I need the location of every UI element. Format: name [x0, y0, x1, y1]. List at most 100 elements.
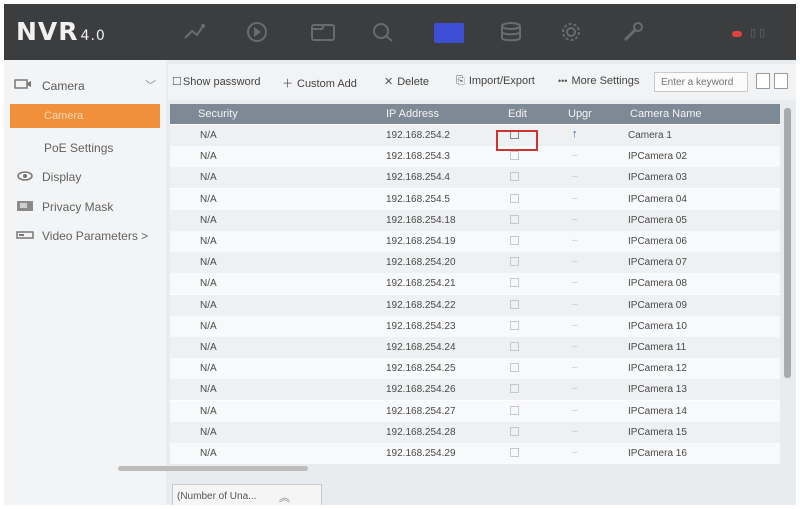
chevron-up-icon[interactable]: ︽ — [279, 489, 290, 505]
delete-button[interactable]: ✕ Delete — [384, 75, 429, 88]
configuration-icon[interactable] — [434, 23, 464, 43]
upgrade-unavailable-icon: – — [572, 171, 578, 183]
edit-icon[interactable] — [510, 299, 519, 309]
top-bar: NVR 4.0 ▯ ▯ — [4, 4, 796, 60]
cell-security: N/A — [200, 151, 217, 163]
edit-icon[interactable] — [510, 320, 519, 330]
table-row[interactable]: N/A 192.168.254.3 – IPCamera 02 — [170, 146, 780, 168]
more-settings-button[interactable]: ••• More Settings — [558, 75, 639, 87]
custom-add-label: Custom Add — [297, 78, 357, 90]
sidebar-item-label: Video Parameters > — [42, 229, 149, 243]
cell-ip-address: 192.168.254.23 — [386, 320, 456, 332]
file-icon[interactable] — [310, 21, 336, 43]
sidebar-item-label: Privacy Mask — [42, 200, 114, 214]
column-header-security[interactable]: Security — [198, 108, 238, 120]
table-row[interactable]: N/A 192.168.254.19 – IPCamera 06 — [170, 231, 780, 252]
table-row[interactable]: N/A 192.168.254.4 – IPCamera 03 — [170, 167, 780, 189]
eye-icon — [17, 171, 33, 181]
camera-table: Security IP Address Edit Upgr Camera Nam… — [170, 104, 780, 464]
cell-ip-address: 192.168.254.26 — [386, 384, 456, 396]
playback-icon[interactable] — [244, 21, 270, 43]
cell-camera-name: IPCamera 07 — [628, 257, 687, 269]
table-row[interactable]: N/A 192.168.254.27 – IPCamera 14 — [170, 400, 780, 422]
cell-camera-name: Camera 1 — [628, 130, 672, 141]
logo-version: 4.0 — [80, 28, 106, 44]
sidebar-item-display[interactable]: Display — [10, 167, 162, 187]
edit-icon[interactable] — [510, 193, 519, 203]
edit-icon[interactable] — [510, 236, 519, 245]
cell-security: N/A — [200, 278, 217, 290]
table-row[interactable]: N/A 192.168.254.20 – IPCamera 07 — [170, 252, 780, 274]
table-row[interactable]: N/A 192.168.254.18 – IPCamera 05 — [170, 209, 780, 231]
window-controls-icon[interactable]: ▯ ▯ — [750, 26, 765, 39]
sidebar-item-label: Display — [42, 170, 82, 184]
sidebar-item-poe-settings[interactable]: PoE Settings — [10, 138, 162, 158]
table-row[interactable]: N/A 192.168.254.5 – IPCamera 04 — [170, 188, 780, 210]
cell-security: N/A — [200, 172, 217, 184]
upgrade-icon[interactable]: ↑ — [572, 128, 578, 140]
live-view-icon[interactable] — [182, 21, 208, 43]
column-header-ip-address[interactable]: IP Address — [386, 108, 439, 120]
edit-icon[interactable] — [510, 342, 519, 351]
cell-security: N/A — [200, 193, 217, 205]
edit-icon[interactable] — [510, 363, 519, 373]
table-row[interactable]: N/A 192.168.254.23 – IPCamera 10 — [170, 315, 780, 337]
video-parameters-icon — [16, 231, 34, 239]
search-icon[interactable] — [370, 21, 396, 43]
cell-security: N/A — [200, 130, 217, 141]
edit-icon[interactable] — [510, 384, 519, 394]
edit-icon[interactable] — [510, 448, 519, 457]
grid-view-icon[interactable] — [756, 73, 770, 89]
custom-add-button[interactable]: ＋ Custom Add — [282, 75, 357, 91]
table-row[interactable]: N/A 192.168.254.2 ↑ Camera 1 — [170, 125, 780, 146]
sidebar-item-label: Camera — [44, 110, 84, 122]
table-row[interactable]: N/A 192.168.254.22 – IPCamera 09 — [170, 294, 780, 316]
table-row[interactable]: N/A 192.168.254.25 – IPCamera 12 — [170, 358, 780, 380]
sidebar-item-video-parameters[interactable]: Video Parameters > — [10, 226, 162, 246]
sidebar-item-privacy-mask[interactable]: Privacy Mask — [10, 197, 162, 217]
alarm-indicator-icon[interactable] — [732, 31, 742, 37]
cell-camera-name: IPCamera 13 — [628, 384, 687, 396]
edit-icon[interactable] — [510, 151, 519, 161]
edit-icon[interactable] — [510, 172, 519, 182]
settings-icon[interactable] — [558, 21, 584, 43]
upgrade-unavailable-icon: – — [572, 256, 578, 268]
list-view-icon[interactable] — [774, 73, 788, 89]
app-logo: NVR 4.0 — [16, 17, 106, 46]
cell-camera-name: IPCamera 14 — [628, 405, 687, 417]
column-header-edit[interactable]: Edit — [508, 108, 527, 120]
edit-icon[interactable] — [510, 257, 519, 267]
vertical-scrollbar[interactable] — [784, 108, 791, 378]
import-export-button[interactable]: ⎘ Import/Export — [456, 75, 535, 88]
cell-ip-address: 192.168.254.3 — [386, 151, 450, 163]
sidebar-item-camera[interactable]: Camera — [10, 104, 160, 128]
edit-icon[interactable] — [510, 278, 519, 288]
show-password-checkbox[interactable]: ☐Show password — [172, 75, 261, 88]
upgrade-unavailable-icon: – — [572, 425, 578, 437]
table-row[interactable]: N/A 192.168.254.24 – IPCamera 11 — [170, 337, 780, 358]
cell-camera-name: IPCamera 12 — [628, 363, 687, 375]
table-row[interactable]: N/A 192.168.254.26 – IPCamera 13 — [170, 379, 780, 401]
edit-icon[interactable] — [510, 405, 519, 415]
cell-security: N/A — [200, 342, 217, 353]
cell-camera-name: IPCamera 16 — [628, 448, 687, 459]
column-header-upgrade[interactable]: Upgr — [568, 108, 592, 120]
edit-icon[interactable] — [510, 426, 519, 436]
search-input[interactable] — [654, 72, 748, 92]
cell-security: N/A — [200, 405, 217, 417]
table-header: Security IP Address Edit Upgr Camera Nam… — [170, 104, 780, 124]
nvr-screen: NVR 4.0 ▯ ▯ Camera ﹀ Camera PoE Settings… — [4, 4, 796, 505]
cell-security: N/A — [200, 236, 217, 247]
bottom-tab-label: (Number of Una... — [177, 491, 257, 502]
bottom-tab[interactable]: (Number of Una... ︽ — [172, 484, 322, 505]
horizontal-scrollbar[interactable] — [118, 466, 308, 471]
maintenance-icon[interactable] — [620, 21, 646, 43]
edit-icon[interactable] — [510, 214, 519, 224]
table-row[interactable]: N/A 192.168.254.28 – IPCamera 15 — [170, 421, 780, 443]
table-row[interactable]: N/A 192.168.254.29 – IPCamera 16 — [170, 443, 780, 464]
sidebar-section-camera[interactable]: Camera ﹀ — [10, 76, 162, 96]
column-header-camera-name[interactable]: Camera Name — [630, 108, 702, 120]
cell-camera-name: IPCamera 05 — [628, 214, 687, 226]
storage-icon[interactable] — [498, 21, 524, 43]
table-row[interactable]: N/A 192.168.254.21 – IPCamera 08 — [170, 273, 780, 295]
